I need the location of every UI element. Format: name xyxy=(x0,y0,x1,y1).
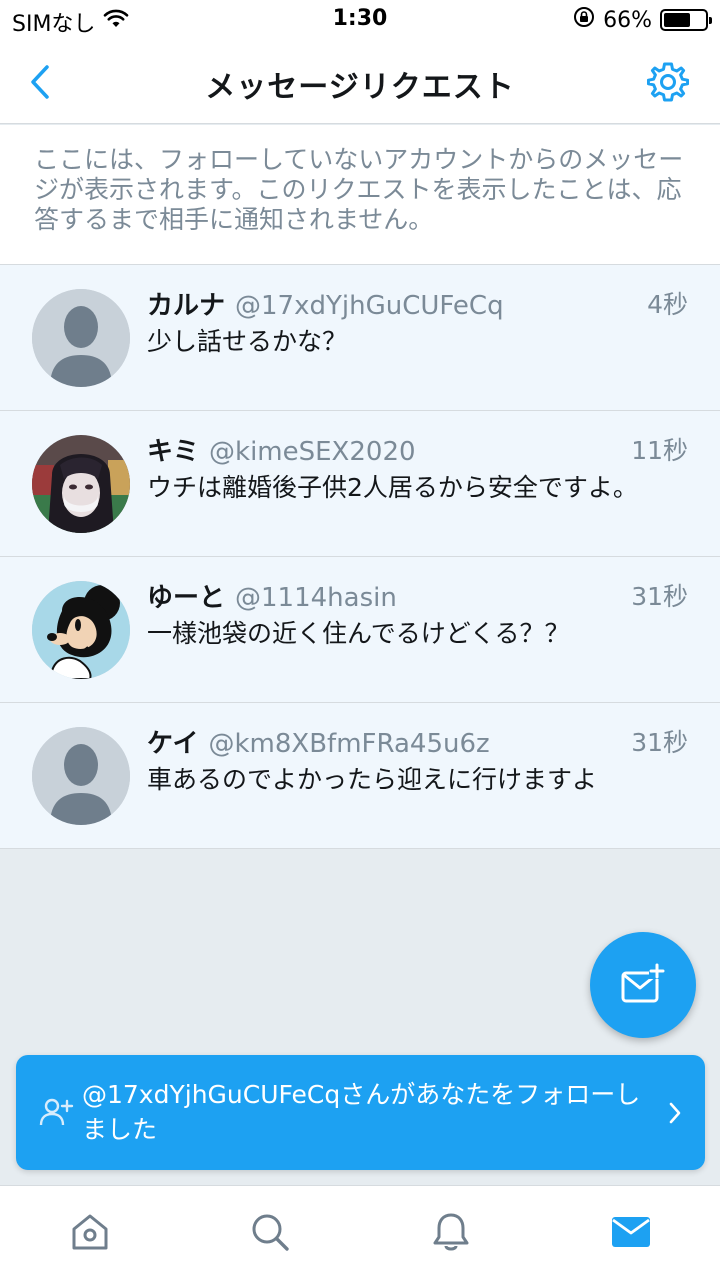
sender-line: ゆーと @1114hasin xyxy=(147,577,397,614)
default-avatar-icon xyxy=(32,289,130,387)
sender-name: キミ xyxy=(147,437,200,467)
mail-icon xyxy=(612,1217,650,1247)
default-avatar-icon xyxy=(32,727,130,825)
cartoon-avatar-image xyxy=(32,581,130,679)
bell-icon xyxy=(433,1213,469,1251)
sender-name: ケイ xyxy=(147,729,199,759)
timestamp: 11秒 xyxy=(631,436,688,465)
request-row[interactable]: ケイ @km8XBfmFRa45u6z 31秒 車あるのでよかったら迎えに行けます… xyxy=(0,703,720,849)
tab-messages[interactable] xyxy=(609,1210,653,1254)
notification-text: @17xdYjhGuCUFeCqさんがあなたをフォローしました xyxy=(82,1080,641,1144)
tab-bar xyxy=(0,1185,720,1280)
sender-line: ケイ @km8XBfmFRa45u6z xyxy=(147,723,490,760)
photo-avatar-image xyxy=(32,435,130,533)
follow-notification[interactable]: @17xdYjhGuCUFeCqさんがあなたをフォローしました xyxy=(16,1055,705,1170)
message-preview: 一様池袋の近く住んでるけどくる？？ xyxy=(147,619,570,648)
request-row[interactable]: カルナ @17xdYjhGuCUFeCq 4秒 少し話せるかな？ xyxy=(0,265,720,411)
rotation-lock-icon xyxy=(573,6,595,34)
sender-line: キミ @kimeSEX2020 xyxy=(147,431,416,468)
search-icon xyxy=(252,1214,289,1251)
settings-button[interactable] xyxy=(646,60,690,104)
follow-icon xyxy=(39,1098,74,1126)
request-row[interactable]: キミ @kimeSEX2020 11秒 ウチは離婚後子供2人居るから安全ですよ。 xyxy=(0,411,720,557)
avatar[interactable] xyxy=(32,289,130,387)
message-preview: 車あるのでよかったら迎えに行けますよ xyxy=(147,765,598,794)
new-message-icon xyxy=(621,963,665,1003)
avatar[interactable] xyxy=(32,581,130,679)
battery-percent: 66% xyxy=(603,7,652,33)
sender-line: カルナ @17xdYjhGuCUFeCq xyxy=(147,285,504,322)
sender-handle: @km8XBfmFRa45u6z xyxy=(208,729,490,759)
chevron-right-icon xyxy=(669,1102,681,1124)
home-icon xyxy=(72,1214,108,1250)
status-right: 66% xyxy=(573,6,712,34)
page-title: メッセージリクエスト xyxy=(205,70,515,105)
message-preview: ウチは離婚後子供2人居るから安全ですよ。 xyxy=(147,473,638,502)
battery-level xyxy=(664,13,691,27)
sender-handle: @1114hasin xyxy=(235,583,397,613)
timestamp: 4秒 xyxy=(647,290,688,319)
request-info: ここには、フォローしていないアカウントからのメッセージが表示されます。このリクエ… xyxy=(0,125,720,265)
status-bar: SIMなし 1:30 66% xyxy=(0,0,720,40)
request-list: カルナ @17xdYjhGuCUFeCq 4秒 少し話せるかな？ キミ @kimeS… xyxy=(0,265,720,849)
header: メッセージリクエスト xyxy=(0,40,720,124)
request-row[interactable]: ゆーと @1114hasin 31秒 一様池袋の近く住んでるけどくる？？ xyxy=(0,557,720,703)
tab-notifications[interactable] xyxy=(429,1210,473,1254)
tab-home[interactable] xyxy=(68,1210,112,1254)
gear-icon xyxy=(647,62,689,102)
message-preview: 少し話せるかな？ xyxy=(147,327,348,356)
compose-message-button[interactable] xyxy=(590,932,696,1038)
avatar[interactable] xyxy=(32,435,130,533)
avatar[interactable] xyxy=(32,727,130,825)
tab-search[interactable] xyxy=(248,1210,292,1254)
sender-handle: @kimeSEX2020 xyxy=(209,437,416,467)
sender-name: カルナ xyxy=(147,291,226,321)
timestamp: 31秒 xyxy=(631,582,688,611)
battery-icon xyxy=(660,9,712,31)
timestamp: 31秒 xyxy=(631,728,688,757)
sender-name: ゆーと xyxy=(147,583,226,613)
sender-handle: @17xdYjhGuCUFeCq xyxy=(235,291,504,321)
